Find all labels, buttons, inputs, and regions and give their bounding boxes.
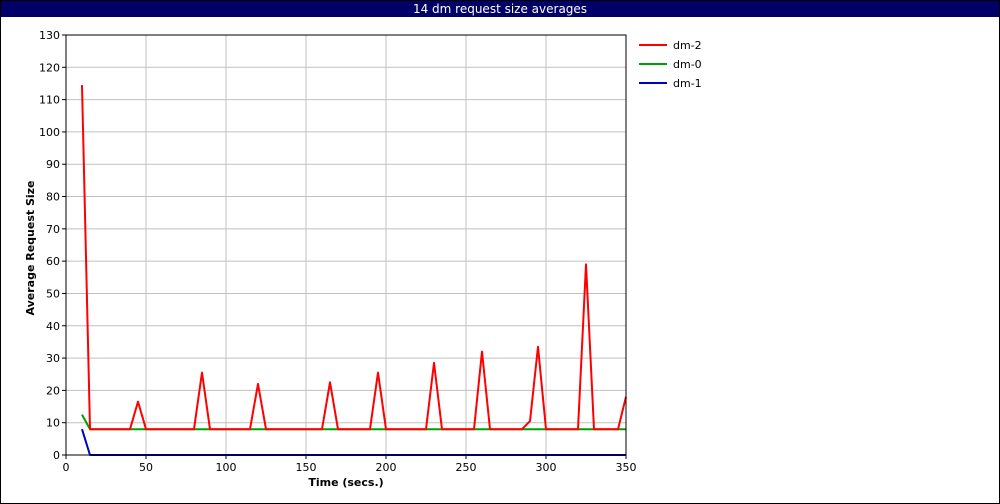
x-tick-label: 50 <box>139 461 153 474</box>
x-tick-label: 200 <box>376 461 397 474</box>
x-tick-label: 350 <box>616 461 637 474</box>
y-tick-label: 120 <box>39 61 60 74</box>
y-tick-label: 0 <box>53 449 60 462</box>
y-tick-label: 60 <box>46 255 60 268</box>
x-tick-label: 250 <box>456 461 477 474</box>
y-tick-label: 20 <box>46 384 60 397</box>
legend-label-dm-0: dm-0 <box>673 58 702 71</box>
x-tick-label: 100 <box>216 461 237 474</box>
x-tick-label: 0 <box>63 461 70 474</box>
y-tick-label: 50 <box>46 287 60 300</box>
line-chart: 0 50 100 150 200 250 300 350 0 10 20 30 40 50 60 70 80 90… <box>24 29 702 489</box>
y-tick-label: 110 <box>39 94 60 107</box>
legend: dm-2 dm-0 dm-1 <box>639 39 702 90</box>
y-tick-label: 30 <box>46 352 60 365</box>
legend-label-dm-1: dm-1 <box>673 77 702 90</box>
y-tick-label: 90 <box>46 158 60 171</box>
y-tick-label: 100 <box>39 126 60 139</box>
x-axis-title: Time (secs.) <box>308 476 383 489</box>
y-tick-label: 40 <box>46 320 60 333</box>
y-tick-label: 70 <box>46 223 60 236</box>
x-tick-label: 150 <box>296 461 317 474</box>
y-tick-label: 130 <box>39 29 60 42</box>
y-axis-title: Average Request Size <box>24 180 37 315</box>
y-tick-label: 10 <box>46 417 60 430</box>
y-tick-label: 80 <box>46 191 60 204</box>
legend-label-dm-2: dm-2 <box>673 39 702 52</box>
chart-window: 14 dm request size averages 0 50 100 150 200… <box>0 0 1000 504</box>
x-tick-label: 300 <box>536 461 557 474</box>
